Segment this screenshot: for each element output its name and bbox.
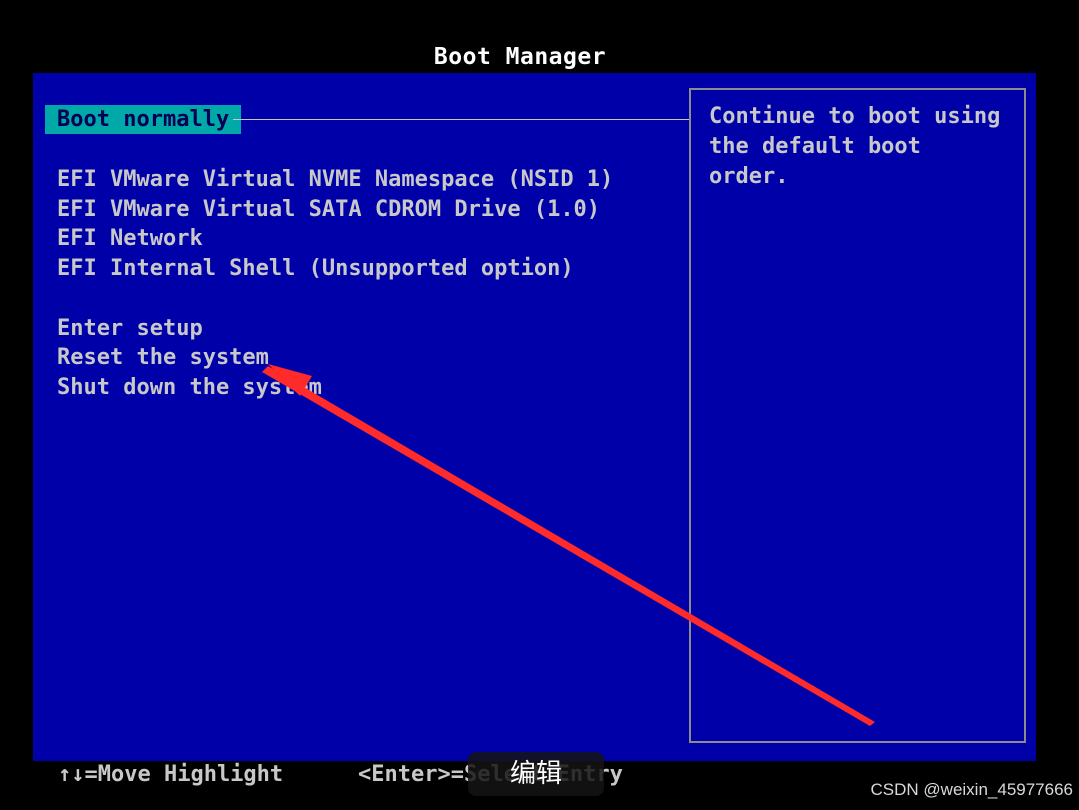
footer-move-hint: ↑↓=Move Highlight [58,762,284,787]
menu-item-boot-normally[interactable]: Boot normally [45,105,242,134]
help-box: Continue to boot using the default boot … [689,88,1026,743]
menu-item-nvme[interactable]: EFI VMware Virtual NVME Namespace (NSID … [57,165,613,194]
menu-item-network[interactable]: EFI Network [57,224,203,253]
screen-title: Boot Manager [433,44,607,70]
edit-button[interactable]: 编辑 [468,752,604,796]
selection-connector-line [233,119,689,120]
menu-item-enter-setup[interactable]: Enter setup [57,314,203,343]
menu-item-shutdown[interactable]: Shut down the system [57,373,322,402]
menu-item-cdrom[interactable]: EFI VMware Virtual SATA CDROM Drive (1.0… [57,195,600,224]
watermark: CSDN @weixin_45977666 [870,780,1073,799]
menu-item-shell[interactable]: EFI Internal Shell (Unsupported option) [57,254,574,283]
help-line: Continue to boot using [709,104,1001,129]
menu-item-reset[interactable]: Reset the system [57,343,269,372]
boot-manager-panel: Boot normally EFI VMware Virtual NVME Na… [33,73,1036,761]
help-text: Continue to boot using the default boot … [709,102,1009,192]
help-line: the default boot order. [709,134,921,189]
